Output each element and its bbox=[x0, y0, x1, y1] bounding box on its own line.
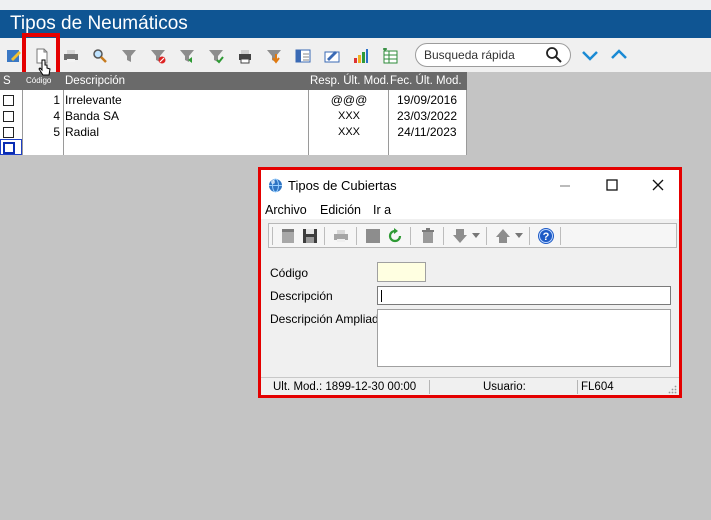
minimize-icon[interactable] bbox=[559, 184, 571, 188]
row-responsible: XXX bbox=[337, 126, 360, 138]
toolbar-separator bbox=[560, 227, 561, 245]
text-caret bbox=[381, 290, 382, 302]
table-row[interactable]: 1 Irrelevante @@@ 19/09/2016 bbox=[0, 92, 467, 108]
descripcion-ampliada-field[interactable] bbox=[377, 309, 671, 367]
search-icon[interactable] bbox=[91, 47, 109, 65]
header-responsible[interactable]: Resp. Últ. Mod. bbox=[310, 72, 388, 90]
new-record-icon[interactable] bbox=[279, 227, 297, 245]
types-grid: S Código Descripción Resp. Últ. Mod. Fec… bbox=[0, 72, 467, 155]
dialog-title-bar: Tipos de Cubiertas bbox=[261, 170, 679, 201]
grid-header: S Código Descripción Resp. Últ. Mod. Fec… bbox=[0, 72, 467, 90]
row-date: 23/03/2022 bbox=[396, 109, 458, 123]
row-date: 24/11/2023 bbox=[397, 125, 457, 139]
menu-archivo[interactable]: Archivo bbox=[265, 201, 307, 219]
main-toolbar bbox=[0, 38, 711, 72]
menu-ir-a[interactable]: Ir a bbox=[373, 201, 391, 219]
status-code: FL604 bbox=[581, 381, 614, 393]
new-row[interactable] bbox=[0, 139, 467, 155]
filter-remove-icon[interactable] bbox=[149, 47, 167, 65]
table-row[interactable]: 4 Banda SA XXX 23/03/2022 bbox=[0, 108, 467, 124]
toolbar-separator bbox=[486, 227, 487, 245]
stop-icon[interactable] bbox=[364, 227, 382, 245]
row-code: 1 bbox=[53, 93, 60, 107]
row-description: Radial bbox=[65, 125, 100, 139]
refresh-icon[interactable] bbox=[386, 227, 404, 245]
row-responsible: XXX bbox=[337, 110, 360, 122]
columns-icon[interactable] bbox=[294, 47, 312, 65]
codigo-label: Código bbox=[270, 266, 309, 280]
row-responsible: @@@ bbox=[330, 93, 368, 107]
export-icon[interactable] bbox=[265, 47, 283, 65]
globe-icon bbox=[269, 178, 282, 193]
header-date[interactable]: Fec. Últ. Mod. bbox=[390, 72, 466, 90]
svg-text:?: ? bbox=[543, 231, 550, 243]
codigo-field[interactable] bbox=[377, 262, 426, 282]
dropdown-arrow-icon[interactable] bbox=[472, 233, 480, 239]
window-title: Tipos de Neumáticos bbox=[0, 10, 711, 38]
print-icon[interactable] bbox=[332, 227, 350, 245]
resize-grip-icon[interactable] bbox=[668, 385, 677, 394]
help-icon[interactable]: ? bbox=[537, 227, 555, 245]
dialog-toolbar: ? bbox=[268, 223, 677, 248]
toolbar-separator bbox=[410, 227, 411, 245]
status-user: Usuario: bbox=[483, 381, 526, 393]
status-separator bbox=[577, 380, 578, 394]
row-checkbox[interactable] bbox=[3, 111, 14, 122]
status-separator bbox=[429, 380, 430, 394]
spreadsheet-icon[interactable] bbox=[381, 47, 399, 65]
arrow-down-icon[interactable] bbox=[451, 227, 469, 245]
row-date: 19/09/2016 bbox=[396, 93, 458, 107]
table-row[interactable]: 5 Radial XXX 24/11/2023 bbox=[0, 124, 467, 140]
arrow-up-icon[interactable] bbox=[494, 227, 512, 245]
edit-icon[interactable] bbox=[5, 47, 23, 65]
descripcion-ampliada-label: Descripción Ampliada bbox=[270, 312, 386, 326]
chevron-down-icon[interactable] bbox=[580, 46, 600, 64]
chevron-up-icon[interactable] bbox=[609, 46, 629, 64]
row-code: 5 bbox=[53, 125, 60, 139]
filter-apply-icon[interactable] bbox=[178, 47, 196, 65]
row-checkbox[interactable] bbox=[3, 95, 14, 106]
dialog-title: Tipos de Cubiertas bbox=[288, 178, 397, 193]
tipos-cubiertas-dialog: Tipos de Cubiertas Archivo Edición Ir a … bbox=[258, 167, 682, 398]
top-strip bbox=[0, 0, 711, 10]
toolbar-separator bbox=[529, 227, 530, 245]
dialog-status-bar: Ult. Mod.: 1899-12-30 00:00 Usuario: FL6… bbox=[261, 377, 679, 395]
trash-icon[interactable] bbox=[419, 227, 437, 245]
toolbar-separator bbox=[443, 227, 444, 245]
descripcion-label: Descripción bbox=[270, 289, 333, 303]
save-icon[interactable] bbox=[301, 227, 319, 245]
row-checkbox[interactable] bbox=[3, 142, 15, 154]
header-select[interactable]: S bbox=[3, 72, 21, 90]
status-last-modified: Ult. Mod.: 1899-12-30 00:00 bbox=[273, 381, 417, 393]
close-icon[interactable] bbox=[652, 179, 664, 191]
descripcion-field[interactable] bbox=[377, 286, 671, 305]
row-description: Irrelevante bbox=[65, 93, 122, 107]
row-checkbox[interactable] bbox=[3, 127, 14, 138]
row-code: 4 bbox=[53, 109, 60, 123]
mouse-cursor-icon bbox=[38, 59, 51, 76]
header-description[interactable]: Descripción bbox=[65, 72, 305, 90]
toolbar-separator bbox=[324, 227, 325, 245]
dropdown-arrow-icon[interactable] bbox=[515, 233, 523, 239]
filter-icon[interactable] bbox=[120, 47, 138, 65]
print-preview-icon[interactable] bbox=[236, 47, 254, 65]
edit-field-icon[interactable] bbox=[323, 47, 341, 65]
maximize-icon[interactable] bbox=[606, 179, 618, 191]
magnifier-icon[interactable] bbox=[545, 46, 563, 64]
toolbar-separator bbox=[356, 227, 357, 245]
filter-check-icon[interactable] bbox=[207, 47, 225, 65]
print-icon[interactable] bbox=[62, 47, 80, 65]
chart-icon[interactable] bbox=[352, 47, 370, 65]
menu-edicion[interactable]: Edición bbox=[320, 201, 361, 219]
dialog-menu-bar: Archivo Edición Ir a bbox=[261, 201, 679, 219]
row-description: Banda SA bbox=[65, 109, 120, 123]
quick-search-placeholder: Busqueda rápida bbox=[424, 48, 515, 62]
toolbar-separator bbox=[272, 227, 273, 245]
